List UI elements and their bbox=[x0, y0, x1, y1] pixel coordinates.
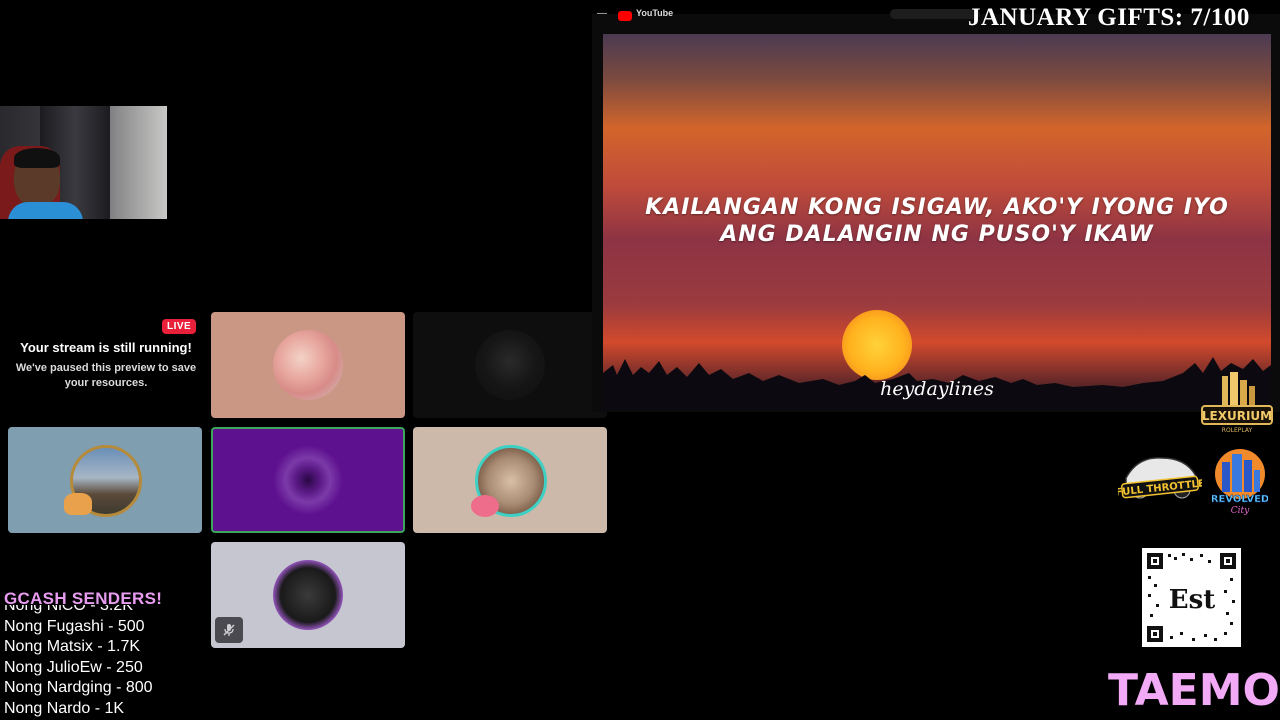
live-badge: LIVE bbox=[162, 319, 197, 334]
participant-tile-speaking[interactable] bbox=[211, 427, 405, 533]
lexurium-logo: LEXURIUM ROLEPLAY bbox=[1200, 372, 1274, 442]
video-watermark: heydaylines bbox=[880, 378, 994, 400]
lexurium-text: LEXURIUM bbox=[1202, 409, 1272, 423]
webcam-feed bbox=[0, 106, 167, 219]
revolved-subtext: City bbox=[1231, 506, 1250, 516]
lyric-line-2: ANG DALANGIN NG PUSO'Y IKAW bbox=[720, 222, 1154, 247]
gcash-sender-item: Nong NiCO - 3.2K bbox=[4, 605, 133, 614]
avatar bbox=[273, 445, 343, 515]
gcash-sender-item: Nong JulioEw - 250 bbox=[4, 658, 143, 676]
avatar bbox=[475, 330, 545, 400]
lyric-line-1: KAILANGAN KONG ISIGAW, AKO'Y IYONG IYO bbox=[645, 195, 1229, 220]
full-throttle-logo: FULL THROTTLE bbox=[1115, 450, 1205, 512]
participant-tile[interactable] bbox=[211, 312, 405, 418]
preview-paused-subtitle: We've paused this preview to save your r… bbox=[15, 362, 197, 389]
gcash-sender-item: Nong Matsix - 1.7K bbox=[4, 638, 141, 655]
cat-avatar-decoration bbox=[64, 493, 92, 515]
avatar bbox=[273, 330, 343, 400]
menu-icon[interactable]: — bbox=[597, 8, 607, 19]
gifts-counter: JANUARY GIFTS: 7/100 bbox=[968, 4, 1250, 31]
youtube-label: YouTube bbox=[636, 8, 674, 18]
participant-tile[interactable] bbox=[413, 427, 607, 533]
participant-tile[interactable] bbox=[8, 427, 202, 533]
streamer-brand-logo: TAEMON bbox=[1108, 665, 1280, 716]
video-title-pill[interactable] bbox=[890, 9, 980, 19]
avatar bbox=[273, 560, 343, 630]
participant-tile[interactable] bbox=[413, 312, 607, 418]
preview-paused-title: Your stream is still running! bbox=[20, 340, 192, 355]
qr-label: Est bbox=[1169, 585, 1215, 615]
lexurium-subtext: ROLEPLAY bbox=[1222, 427, 1253, 434]
gcash-sender-item: Nong Nardo - 1K bbox=[4, 699, 125, 717]
gcash-sender-item: Nong Fugashi - 500 bbox=[4, 617, 145, 635]
revolved-city-logo: REVOLVED City bbox=[1211, 448, 1269, 516]
muted-microphone-icon[interactable] bbox=[215, 617, 243, 643]
gcash-senders-list: Nong NiCO - 3.2K Nong Fugashi - 500 Nong M… bbox=[4, 605, 204, 720]
participant-tile[interactable] bbox=[211, 542, 405, 648]
donut-avatar-decoration bbox=[471, 495, 499, 517]
revolved-text: REVOLVED bbox=[1212, 494, 1268, 505]
qr-code[interactable]: Est bbox=[1142, 548, 1241, 647]
youtube-logo-icon bbox=[618, 11, 632, 21]
gcash-sender-item: Nong Nardging - 800 bbox=[4, 679, 153, 696]
